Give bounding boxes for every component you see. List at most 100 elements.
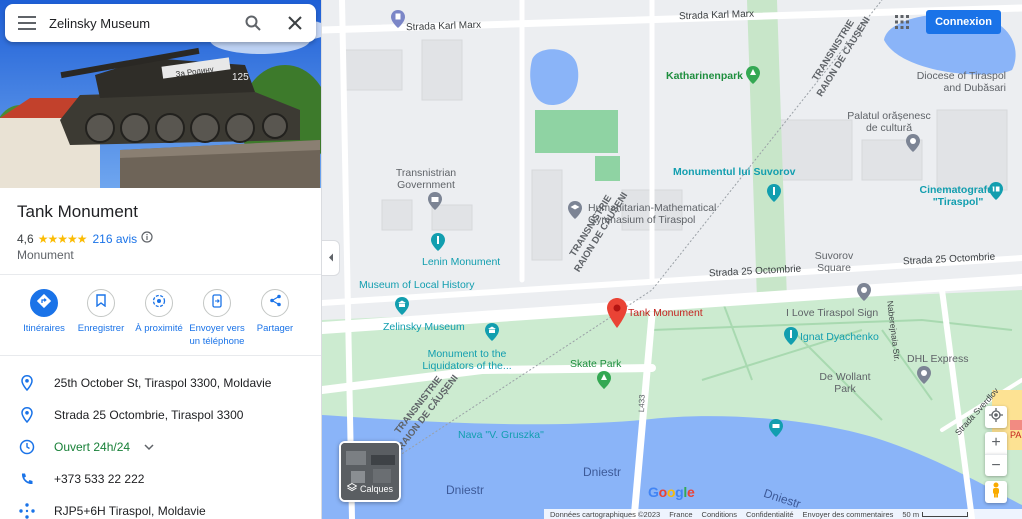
my-location-icon — [989, 407, 1003, 427]
layers-label-row: Calques — [346, 482, 394, 494]
search-box[interactable]: Zelinsky Museum — [5, 4, 316, 42]
place-title: Tank Monument — [17, 202, 138, 221]
love-tiraspol-label[interactable]: I Love Tiraspol Sign — [786, 307, 878, 319]
dewollant-label[interactable]: De Wollant Park — [819, 371, 870, 395]
rating-value: 4,6 — [17, 231, 34, 246]
map-data-credit: Données cartographiques ©2023 — [550, 509, 661, 519]
sign-in-button[interactable]: Connexion — [926, 10, 1001, 34]
ship-pin-icon[interactable] — [769, 419, 783, 437]
search-icon[interactable] — [232, 4, 274, 42]
zoom-out-button[interactable]: − — [985, 454, 1007, 476]
scale-bar[interactable]: 50 m — [902, 510, 969, 519]
zelinsky-museum-pin-icon[interactable] — [485, 323, 499, 341]
search-input[interactable]: Zelinsky Museum — [49, 16, 232, 31]
clock-icon — [0, 439, 54, 455]
share-label: Partager — [256, 323, 294, 334]
address2-text: Strada 25 Octombrie, Tiraspol 3300 — [54, 408, 244, 422]
layers-button[interactable]: Calques — [339, 441, 401, 502]
bookmark-icon — [96, 294, 106, 312]
directions-icon — [36, 293, 52, 313]
monument-pin-icon[interactable] — [767, 184, 781, 202]
liquidators-label[interactable]: Monument to the Liquidators of the... — [422, 348, 511, 372]
poi-label: PA — [1010, 430, 1022, 440]
conditions-link[interactable]: Conditions — [702, 510, 737, 519]
government-label[interactable]: Transnistrian Government — [396, 167, 456, 191]
phone-icon — [0, 472, 54, 486]
landmark-pin-icon[interactable] — [906, 134, 920, 152]
katharinenpark-label[interactable]: Katharinenpark — [666, 70, 743, 82]
place-panel: За Родину 125 Zelinsky Museum Tank Monum… — [0, 0, 322, 519]
government-pin-icon[interactable] — [428, 192, 442, 210]
gas-station-pin-icon[interactable] — [391, 10, 405, 28]
sign-pin-icon[interactable] — [857, 283, 871, 301]
tank-monument-label[interactable]: Tank Monument — [628, 307, 703, 319]
zoom-in-button[interactable]: + — [985, 432, 1007, 454]
hours-row[interactable]: Ouvert 24h/24 — [0, 435, 321, 459]
location-pin-icon — [0, 375, 54, 391]
cinema-label[interactable]: Cinematograful "Tiraspol" — [919, 184, 996, 208]
location-pin-icon — [0, 407, 54, 423]
send-to-phone-button[interactable]: Envoyer vers un téléphone — [187, 289, 247, 348]
diocese-label[interactable]: Diocese of Tiraspol and Dubăsari — [896, 70, 1006, 94]
phone-row[interactable]: +373 533 22 222 — [0, 467, 321, 491]
monumentul-label[interactable]: Monumentul lui Suvorov — [673, 166, 796, 178]
address-text: 25th October St, Tiraspol 3300, Moldavie — [54, 376, 272, 390]
reviews-link[interactable]: 216 avis — [92, 232, 137, 246]
privacy-link[interactable]: Confidentialité — [746, 510, 794, 519]
tank-number: 125 — [232, 72, 249, 83]
address2-row[interactable]: Strada 25 Octombrie, Tiraspol 3300 — [0, 403, 321, 427]
nearby-icon — [152, 294, 166, 313]
map-footer: Données cartographiques ©2023 France Con… — [544, 509, 1022, 519]
send-to-phone-label: Envoyer vers un téléphone — [189, 323, 245, 347]
nearby-label: À proximité — [135, 323, 183, 334]
close-icon[interactable] — [274, 4, 316, 42]
chevron-down-icon[interactable] — [144, 438, 154, 456]
divider — [0, 355, 321, 356]
road-number-label: L433 — [636, 394, 647, 413]
directions-label: Itinéraires — [23, 323, 65, 334]
feedback-link[interactable]: Envoyer des commentaires — [803, 510, 894, 519]
my-location-button[interactable] — [985, 406, 1007, 428]
museum-pin-icon[interactable] — [395, 297, 409, 315]
apps-grid-icon[interactable] — [893, 13, 911, 31]
museum-local-label[interactable]: Museum of Local History — [359, 279, 475, 291]
pegman-icon — [991, 482, 1001, 503]
nava-label[interactable]: Nava "V. Gruszka" — [458, 429, 544, 441]
address-row[interactable]: 25th October St, Tiraspol 3300, Moldavie — [0, 371, 321, 395]
suvorov-square-label[interactable]: Suvorov Square — [815, 250, 854, 274]
send-to-phone-icon — [212, 293, 222, 313]
zelinsky-label[interactable]: Zelinsky Museum — [383, 321, 465, 333]
statue-pin-icon[interactable] — [784, 327, 798, 345]
school-pin-icon[interactable] — [568, 201, 582, 219]
skate-park-label[interactable]: Skate Park — [570, 358, 621, 370]
dhl-pin-icon[interactable] — [917, 366, 931, 384]
ignat-label[interactable]: Ignat Dyachenko — [800, 331, 879, 343]
lenin-label[interactable]: Lenin Monument — [422, 256, 500, 268]
layers-icon — [346, 482, 358, 494]
street-view-button[interactable] — [985, 481, 1007, 503]
pluscode-row[interactable]: RJP5+6H Tiraspol, Moldavie — [0, 499, 321, 519]
dhl-label[interactable]: DHL Express — [907, 353, 968, 365]
rating-stars: ★★★★★ — [37, 231, 88, 246]
lenin-monument-pin-icon[interactable] — [431, 233, 445, 251]
save-button[interactable]: Enregistrer — [71, 289, 131, 336]
collapse-panel-button[interactable] — [322, 240, 340, 276]
chevron-left-icon — [328, 249, 334, 267]
place-category[interactable]: Monument — [17, 248, 74, 262]
info-icon[interactable] — [141, 231, 153, 246]
skate-park-pin-icon[interactable] — [597, 371, 611, 389]
map-canvas[interactable]: Strada Karl Marx Strada Karl Marx TRANSN… — [322, 0, 1022, 519]
menu-icon[interactable] — [5, 4, 49, 42]
layers-label: Calques — [360, 483, 394, 494]
selected-place-pin-icon[interactable] — [607, 298, 627, 328]
phone-text: +373 533 22 222 — [54, 472, 145, 486]
hours-text: Ouvert 24h/24 — [54, 440, 131, 454]
share-button[interactable]: Partager — [245, 289, 305, 336]
river-label: Dniestr — [583, 465, 622, 479]
directions-button[interactable]: Itinéraires — [14, 289, 74, 336]
palatul-label[interactable]: Palatul orășenesc de cultură — [847, 110, 930, 134]
river-label: Dniestr — [446, 483, 485, 497]
nearby-button[interactable]: À proximité — [129, 289, 189, 336]
country-link[interactable]: France — [669, 510, 692, 519]
park-pin-icon[interactable] — [746, 66, 760, 84]
